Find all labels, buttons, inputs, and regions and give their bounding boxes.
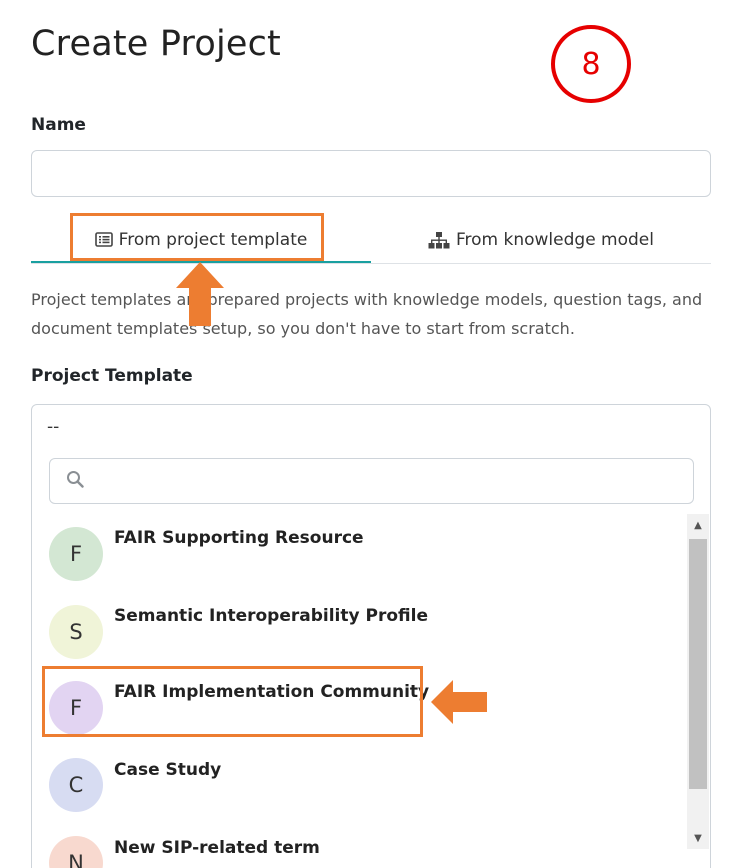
option-label: FAIR Implementation Community bbox=[114, 682, 430, 702]
tab-from-knowledge-model[interactable]: From knowledge model bbox=[371, 218, 711, 262]
tab-label: From project template bbox=[118, 229, 308, 250]
avatar: F bbox=[49, 527, 103, 581]
tab-from-project-template[interactable]: From project template bbox=[31, 218, 371, 263]
scroll-down-icon[interactable]: ▼ bbox=[687, 829, 709, 847]
step-number-badge: 8 bbox=[551, 25, 631, 103]
list-icon bbox=[94, 232, 113, 247]
source-tabs: From project template From knowledge mod… bbox=[31, 218, 711, 264]
template-option[interactable]: F FAIR Implementation Community bbox=[32, 670, 687, 748]
arrow-left-annotation bbox=[431, 680, 487, 724]
project-template-label: Project Template bbox=[31, 366, 193, 386]
name-label: Name bbox=[31, 115, 86, 135]
name-input[interactable] bbox=[31, 150, 711, 197]
scroll-up-icon[interactable]: ▲ bbox=[687, 516, 709, 534]
template-option[interactable]: C Case Study bbox=[32, 748, 687, 826]
scroll-thumb[interactable] bbox=[689, 539, 707, 789]
avatar: C bbox=[49, 758, 103, 812]
arrow-up-annotation bbox=[176, 262, 224, 326]
search-icon bbox=[66, 470, 84, 492]
project-template-select[interactable]: -- bbox=[31, 404, 711, 450]
option-label: Case Study bbox=[114, 760, 222, 780]
template-description: Project templates are prepared projects … bbox=[31, 290, 703, 338]
dropdown-scrollbar[interactable]: ▲ ▼ bbox=[687, 514, 709, 849]
sitemap-icon bbox=[428, 231, 450, 249]
avatar: S bbox=[49, 605, 103, 659]
option-label: New SIP-related term bbox=[114, 838, 320, 858]
template-option[interactable]: F FAIR Supporting Resource bbox=[32, 514, 687, 592]
template-option[interactable]: N New SIP-related term bbox=[32, 826, 687, 868]
tab-label: From knowledge model bbox=[455, 230, 654, 250]
template-option[interactable]: S Semantic Interoperability Profile bbox=[32, 592, 687, 670]
template-dropdown: F FAIR Supporting Resource S Semantic In… bbox=[31, 449, 711, 868]
avatar: N bbox=[49, 836, 103, 868]
selected-value: -- bbox=[47, 417, 60, 437]
page-title: Create Project bbox=[31, 24, 281, 64]
option-label: Semantic Interoperability Profile bbox=[114, 606, 428, 626]
option-label: FAIR Supporting Resource bbox=[114, 528, 364, 548]
template-search-input[interactable] bbox=[49, 458, 694, 504]
avatar: F bbox=[49, 681, 103, 735]
